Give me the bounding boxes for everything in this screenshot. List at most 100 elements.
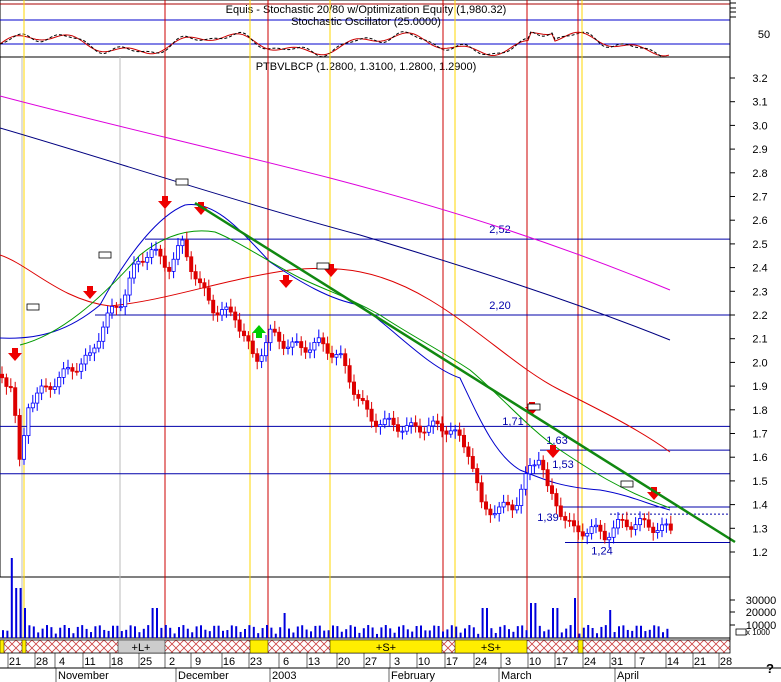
candle-body: [382, 418, 387, 425]
candle-body: [123, 294, 128, 308]
day-label: 17: [446, 656, 458, 668]
volume-bar: [521, 625, 524, 638]
volume-bar: [371, 627, 374, 638]
candle-body: [470, 456, 475, 469]
volume-bar: [32, 626, 35, 638]
candle-body: [202, 282, 207, 289]
candle-body: [44, 385, 49, 388]
volume-bar: [59, 627, 62, 638]
candle-body: [281, 340, 286, 349]
volume-bar: [134, 626, 136, 638]
price-tick-label: 1.6: [752, 452, 767, 464]
candle-body: [343, 353, 348, 367]
day-label: 6: [283, 656, 289, 668]
candle-body: [483, 501, 488, 510]
candle-body: [228, 306, 233, 313]
volume-bar: [222, 630, 224, 638]
price-tick-label: 2.0: [752, 357, 767, 369]
volume-unit: x 1000: [746, 628, 771, 637]
volume-bar: [244, 629, 246, 638]
price-tick-label: 1.7: [752, 429, 767, 441]
volume-bar: [257, 633, 260, 638]
candle-body: [153, 248, 158, 251]
volume-bar: [569, 625, 572, 638]
candle-body: [110, 305, 115, 314]
candle-body: [541, 459, 546, 471]
candle-body: [39, 385, 44, 394]
candle-body: [180, 239, 185, 247]
candle-body: [118, 306, 123, 309]
volume-bar: [81, 625, 84, 638]
candle-body: [351, 381, 356, 395]
candle-body: [4, 377, 9, 387]
price-tick-label: 2.7: [752, 192, 767, 204]
volume-bar: [261, 628, 264, 638]
candle-body: [497, 506, 502, 514]
price-tick-label: 3.2: [752, 73, 767, 85]
volume-bar: [50, 627, 53, 638]
day-label: 27: [365, 656, 377, 668]
volume-bar: [393, 632, 396, 638]
candle-body: [572, 520, 577, 527]
volume-bar: [613, 632, 616, 638]
volume-bar: [195, 626, 198, 638]
help-question-mark[interactable]: ?: [766, 661, 774, 676]
volume-bar: [433, 625, 436, 638]
candle-body: [48, 386, 53, 390]
candle-body: [395, 424, 400, 432]
volume-bar: [415, 626, 418, 638]
price-tick-label: 3.1: [752, 97, 767, 109]
candle-body: [488, 508, 493, 516]
volume-bar: [213, 625, 216, 638]
day-label: 3: [505, 656, 511, 668]
candle-body: [360, 397, 365, 402]
candle-body: [285, 346, 290, 349]
candle-body: [299, 341, 304, 349]
day-label: 17: [556, 656, 568, 668]
candle-body: [224, 306, 229, 310]
candle-body: [413, 422, 418, 427]
day-label: 7: [639, 656, 645, 668]
volume-bar: [420, 625, 422, 638]
volume-bar: [587, 625, 590, 638]
volume-bar: [574, 598, 576, 638]
level-label: 1,39: [537, 512, 558, 524]
candle-body: [550, 485, 555, 494]
candle-body: [510, 504, 515, 511]
price-tick-label: 1.3: [752, 523, 767, 535]
candle-body: [400, 430, 405, 433]
volume-bar: [666, 628, 669, 638]
volume-bar: [46, 625, 48, 638]
volume-bar: [94, 626, 97, 638]
volume-bar: [459, 632, 462, 638]
level-label: 2,20: [489, 300, 510, 312]
volume-bar: [314, 625, 317, 638]
volume-bar: [226, 630, 229, 638]
candle-body: [255, 353, 260, 362]
volume-bar: [296, 626, 299, 638]
volume-bar: [424, 630, 427, 638]
candle-body: [0, 373, 4, 379]
volume-bar: [327, 630, 330, 638]
candle-body: [21, 435, 26, 460]
candle-body: [136, 260, 141, 265]
volume-bar: [15, 588, 18, 638]
volume-bar: [68, 627, 70, 638]
volume-bar: [173, 633, 176, 638]
volume-bar: [662, 632, 664, 638]
candle-body: [277, 331, 282, 342]
candle-body: [79, 363, 84, 372]
day-label: 20: [338, 656, 350, 668]
volume-bar: [376, 633, 378, 638]
candle-body: [263, 342, 268, 357]
volume-bar: [37, 632, 40, 638]
candle-body: [444, 430, 449, 435]
volume-bar: [230, 625, 233, 638]
day-label: 3: [394, 656, 400, 668]
band-label: +L+: [132, 642, 151, 654]
candle-body: [92, 347, 97, 354]
volume-bar: [596, 633, 598, 638]
candle-body: [197, 278, 202, 284]
candle-body: [435, 420, 440, 425]
date-axis: 21 28 4 11 18 25 2 9 16 23 6 13 20 27 3 10 17 24 3 10 17 24 31…: [0, 653, 781, 682]
